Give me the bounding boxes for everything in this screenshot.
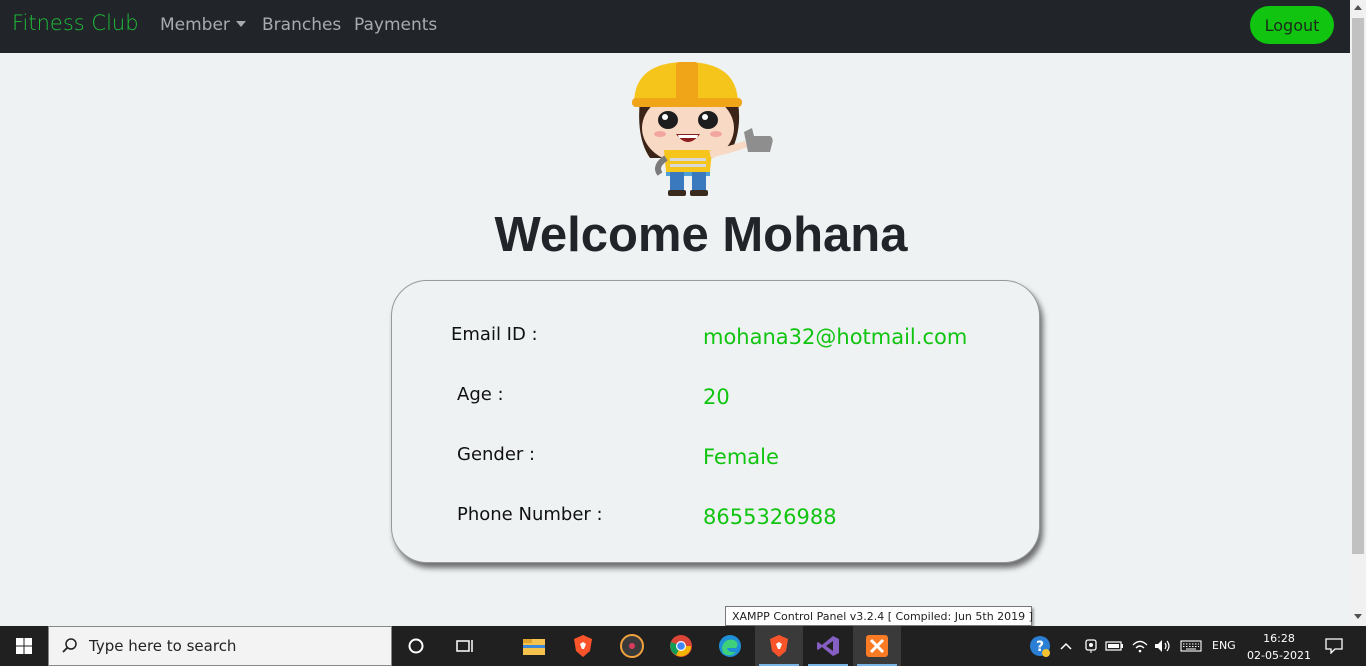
page-scrollbar[interactable] <box>1350 0 1366 626</box>
language-indicator[interactable]: ENG <box>1212 639 1236 652</box>
email-value: mohana32@hotmail.com <box>703 325 968 349</box>
xampp-tooltip: XAMPP Control Panel v3.2.4 [ Compiled: J… <box>725 606 1033 626</box>
search-icon <box>62 638 77 653</box>
taskbar-edge[interactable] <box>706 626 754 666</box>
age-value: 20 <box>703 385 730 409</box>
brave-lion-icon <box>574 635 592 657</box>
taskbar-brave-active[interactable] <box>755 626 803 666</box>
media-disc-icon <box>620 634 644 658</box>
battery-icon <box>1105 641 1123 651</box>
chevron-up-icon <box>1060 642 1072 650</box>
nav-member-label: Member <box>160 15 230 35</box>
folder-icon <box>523 639 545 655</box>
welcome-heading: Welcome Mohana <box>494 208 908 262</box>
windows-logo-icon <box>16 638 32 654</box>
taskbar-visual-studio[interactable] <box>804 626 852 666</box>
taskbar-chrome[interactable] <box>657 626 705 666</box>
top-navbar: Fitness Club Member Branches Payments Lo… <box>0 0 1350 53</box>
gender-label: Gender : <box>457 444 536 465</box>
webcam-icon <box>1085 639 1097 653</box>
visual-studio-icon <box>817 636 839 656</box>
logout-button[interactable]: Logout <box>1250 6 1334 44</box>
taskbar-brave[interactable] <box>559 626 607 666</box>
help-question-icon: ? <box>1030 636 1050 657</box>
chrome-icon <box>670 635 692 657</box>
phone-label: Phone Number : <box>457 504 603 525</box>
nav-branches[interactable]: Branches <box>262 15 341 35</box>
nav-payments[interactable]: Payments <box>354 15 437 35</box>
brand-link[interactable]: Fitness Club <box>12 11 139 35</box>
scroll-thumb[interactable] <box>1352 18 1364 554</box>
nav-member-dropdown[interactable]: Member <box>160 15 246 35</box>
age-label: Age : <box>457 384 504 405</box>
notification-icon <box>1325 638 1343 654</box>
task-view-icon <box>456 640 473 652</box>
cortana-button[interactable] <box>392 626 440 666</box>
tray-keyboard[interactable] <box>1178 626 1204 666</box>
keyboard-icon <box>1180 640 1202 652</box>
search-placeholder: Type here to search <box>89 637 237 655</box>
taskbar-media-player[interactable] <box>608 626 656 666</box>
xampp-icon <box>866 635 888 657</box>
start-button[interactable] <box>0 626 48 666</box>
tray-battery[interactable] <box>1104 626 1126 666</box>
tray-wifi[interactable] <box>1130 626 1150 666</box>
wifi-icon <box>1132 640 1148 653</box>
caret-down-icon <box>235 21 246 27</box>
edge-icon <box>719 635 741 657</box>
gender-value: Female <box>703 445 779 469</box>
brave-lion-icon <box>770 635 788 657</box>
notifications-button[interactable] <box>1318 626 1350 666</box>
scroll-up-icon[interactable] <box>1354 5 1362 10</box>
volume-icon <box>1155 640 1170 652</box>
windows-taskbar: Type here to search ? ENG 16:28 02-05-20… <box>0 626 1366 666</box>
scroll-down-icon[interactable] <box>1354 614 1362 619</box>
taskbar-xampp[interactable] <box>853 626 901 666</box>
tray-webcam[interactable] <box>1082 626 1100 666</box>
taskbar-search-input[interactable]: Type here to search <box>48 626 392 666</box>
tray-show-hidden-icons[interactable] <box>1057 626 1075 666</box>
tray-help-icon[interactable]: ? <box>1026 626 1054 666</box>
tray-volume[interactable] <box>1152 626 1174 666</box>
clock-time: 16:28 <box>1263 632 1295 645</box>
cortana-circle-icon <box>408 638 424 654</box>
user-avatar-illustration <box>632 62 773 196</box>
system-clock[interactable]: 16:28 02-05-2021 <box>1246 630 1312 664</box>
phone-value: 8655326988 <box>703 505 837 529</box>
email-label: Email ID : <box>451 324 538 345</box>
taskbar-file-explorer[interactable] <box>510 626 558 666</box>
clock-date: 02-05-2021 <box>1247 649 1311 662</box>
task-view-button[interactable] <box>440 626 488 666</box>
profile-card: Email ID : mohana32@hotmail.com Age : 20… <box>391 280 1040 563</box>
